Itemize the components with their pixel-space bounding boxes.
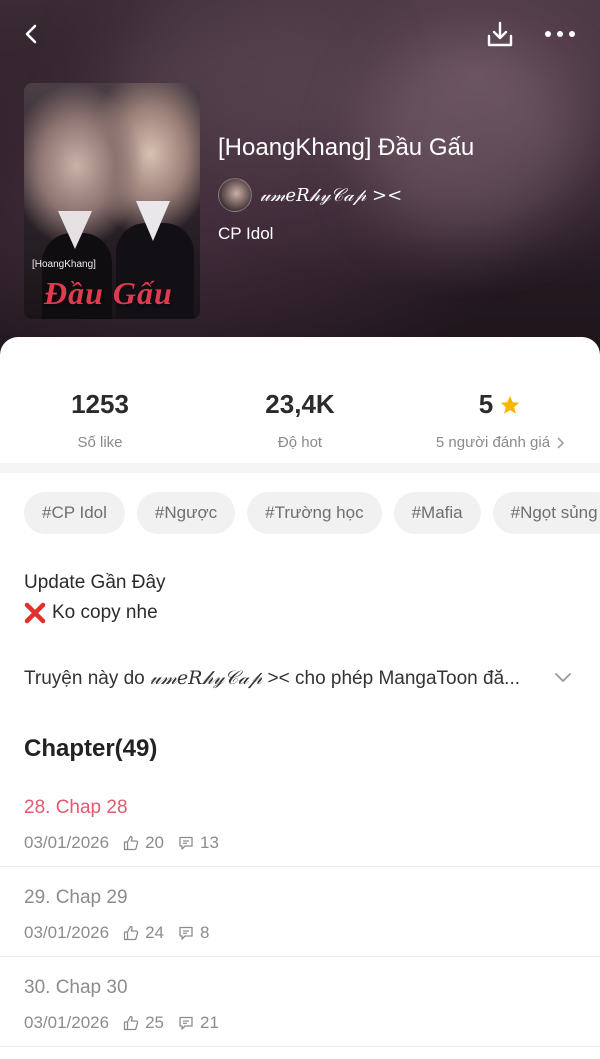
chapter-row[interactable]: 29. Chap 29 03/01/2026 24 8 (0, 867, 600, 957)
permission-text: Truyện này do 𝓊𝓂𝑒𝑅𝒽𝓎𝒞𝒶𝓅 >< cho phép Mang… (24, 667, 546, 690)
author-name: 𝓊𝓂𝑒𝑅𝒽𝓎𝒞𝒶𝓅 >< (260, 184, 403, 206)
rating-label: 5 người đánh giá (435, 434, 551, 451)
row-divider (0, 1046, 600, 1047)
more-icon (545, 31, 575, 37)
permission-author: 𝓊𝓂𝑒𝑅𝒽𝓎𝒞𝒶𝓅 (150, 666, 263, 689)
stats-row: 1253 Số like 23,4K Độ hot 5 5 người đánh… (0, 337, 600, 463)
hot-count: 23,4K (265, 389, 335, 419)
comment-icon (178, 1015, 194, 1031)
chapter-count-heading: Chapter(49) (24, 735, 158, 762)
cover-caption: [HoangKhang] (32, 259, 96, 270)
tag-chip[interactable]: #Trường học (247, 492, 382, 534)
story-title: [HoangKhang] Đầu Gấu (218, 134, 475, 161)
stat-rating[interactable]: 5 5 người đánh giá (400, 389, 600, 451)
thumbs-up-icon (123, 835, 139, 851)
detail-card: 1253 Số like 23,4K Độ hot 5 5 người đánh… (0, 337, 600, 1059)
download-button[interactable] (482, 16, 518, 52)
comment-icon (178, 925, 194, 941)
chapter-date: 03/01/2026 (24, 1013, 110, 1032)
chapter-meta: 03/01/2026 24 8 (24, 923, 209, 943)
tag-chip[interactable]: #Ngược (136, 492, 236, 534)
rating-value-wrap: 5 (400, 389, 600, 420)
more-options-button[interactable] (538, 16, 582, 52)
author-link[interactable]: 𝓊𝓂𝑒𝑅𝒽𝓎𝒞𝒶𝓅 >< (218, 178, 402, 212)
chapter-row[interactable]: 30. Chap 30 03/01/2026 25 21 (0, 957, 600, 1047)
chapter-row[interactable]: 28. Chap 28 03/01/2026 20 13 (0, 777, 600, 867)
cross-mark-icon (24, 602, 46, 624)
chapter-comments: 8 (200, 923, 210, 942)
genre-label: CP Idol (218, 224, 274, 243)
cover-art-title: Đầu Gấu (44, 275, 173, 311)
top-bar (0, 0, 600, 70)
star-icon (499, 394, 521, 416)
chevron-right-icon (556, 436, 565, 449)
thumbs-up-icon (123, 925, 139, 941)
download-icon (487, 21, 513, 47)
tag-chip[interactable]: #Ngọt sủng (492, 492, 600, 534)
hero-banner: [HoangKhang] Đầu Gấu [HoangKhang] Đầu Gấ… (0, 0, 600, 360)
chapter-likes: 20 (145, 833, 165, 852)
tag-list: #CP Idol #Ngược #Trường học #Mafia #Ngọt sủn… (24, 492, 600, 534)
chapter-likes: 24 (145, 923, 165, 942)
rating-label-wrap: 5 người đánh giá (400, 434, 600, 451)
tag-chip[interactable]: #CP Idol (24, 492, 125, 534)
permission-row[interactable]: Truyện này do 𝓊𝓂𝑒𝑅𝒽𝓎𝒞𝒶𝓅 >< cho phép Mang… (24, 665, 576, 691)
stat-likes: 1253 Số like (0, 389, 200, 451)
cover-image: [HoangKhang] Đầu Gấu (24, 83, 200, 319)
stat-hot: 23,4K Độ hot (200, 389, 400, 451)
chapter-title: 29. Chap 29 (24, 887, 128, 908)
rating-value: 5 (478, 389, 494, 419)
chapter-date: 03/01/2026 (24, 833, 110, 852)
update-heading: Update Gần Đây (24, 572, 166, 593)
chapter-title: 28. Chap 28 (24, 797, 128, 818)
chapter-meta: 03/01/2026 20 13 (24, 833, 219, 853)
hot-label: Độ hot (277, 434, 323, 451)
permission-prefix: Truyện này do (24, 667, 151, 689)
chapter-date: 03/01/2026 (24, 923, 110, 942)
chapter-comments: 13 (200, 833, 219, 852)
section-divider (0, 463, 600, 473)
back-button[interactable] (14, 16, 50, 52)
likes-count: 1253 (71, 389, 129, 419)
update-note: Ko copy nhe (24, 602, 158, 624)
thumbs-up-icon (123, 1015, 139, 1031)
likes-label: Số like (77, 434, 123, 451)
tag-chip[interactable]: #Mafia (393, 492, 481, 534)
chapter-meta: 03/01/2026 25 21 (24, 1013, 219, 1033)
chapter-likes: 25 (145, 1013, 165, 1032)
comment-icon (178, 835, 194, 851)
back-arrow-icon (25, 24, 37, 44)
update-note-text: Ko copy nhe (52, 602, 158, 623)
chevron-down-icon[interactable] (554, 672, 572, 684)
chapter-title: 30. Chap 30 (24, 977, 128, 998)
permission-suffix: >< cho phép MangaToon đă... (262, 667, 521, 689)
avatar (218, 178, 252, 212)
chapter-comments: 21 (200, 1013, 219, 1032)
